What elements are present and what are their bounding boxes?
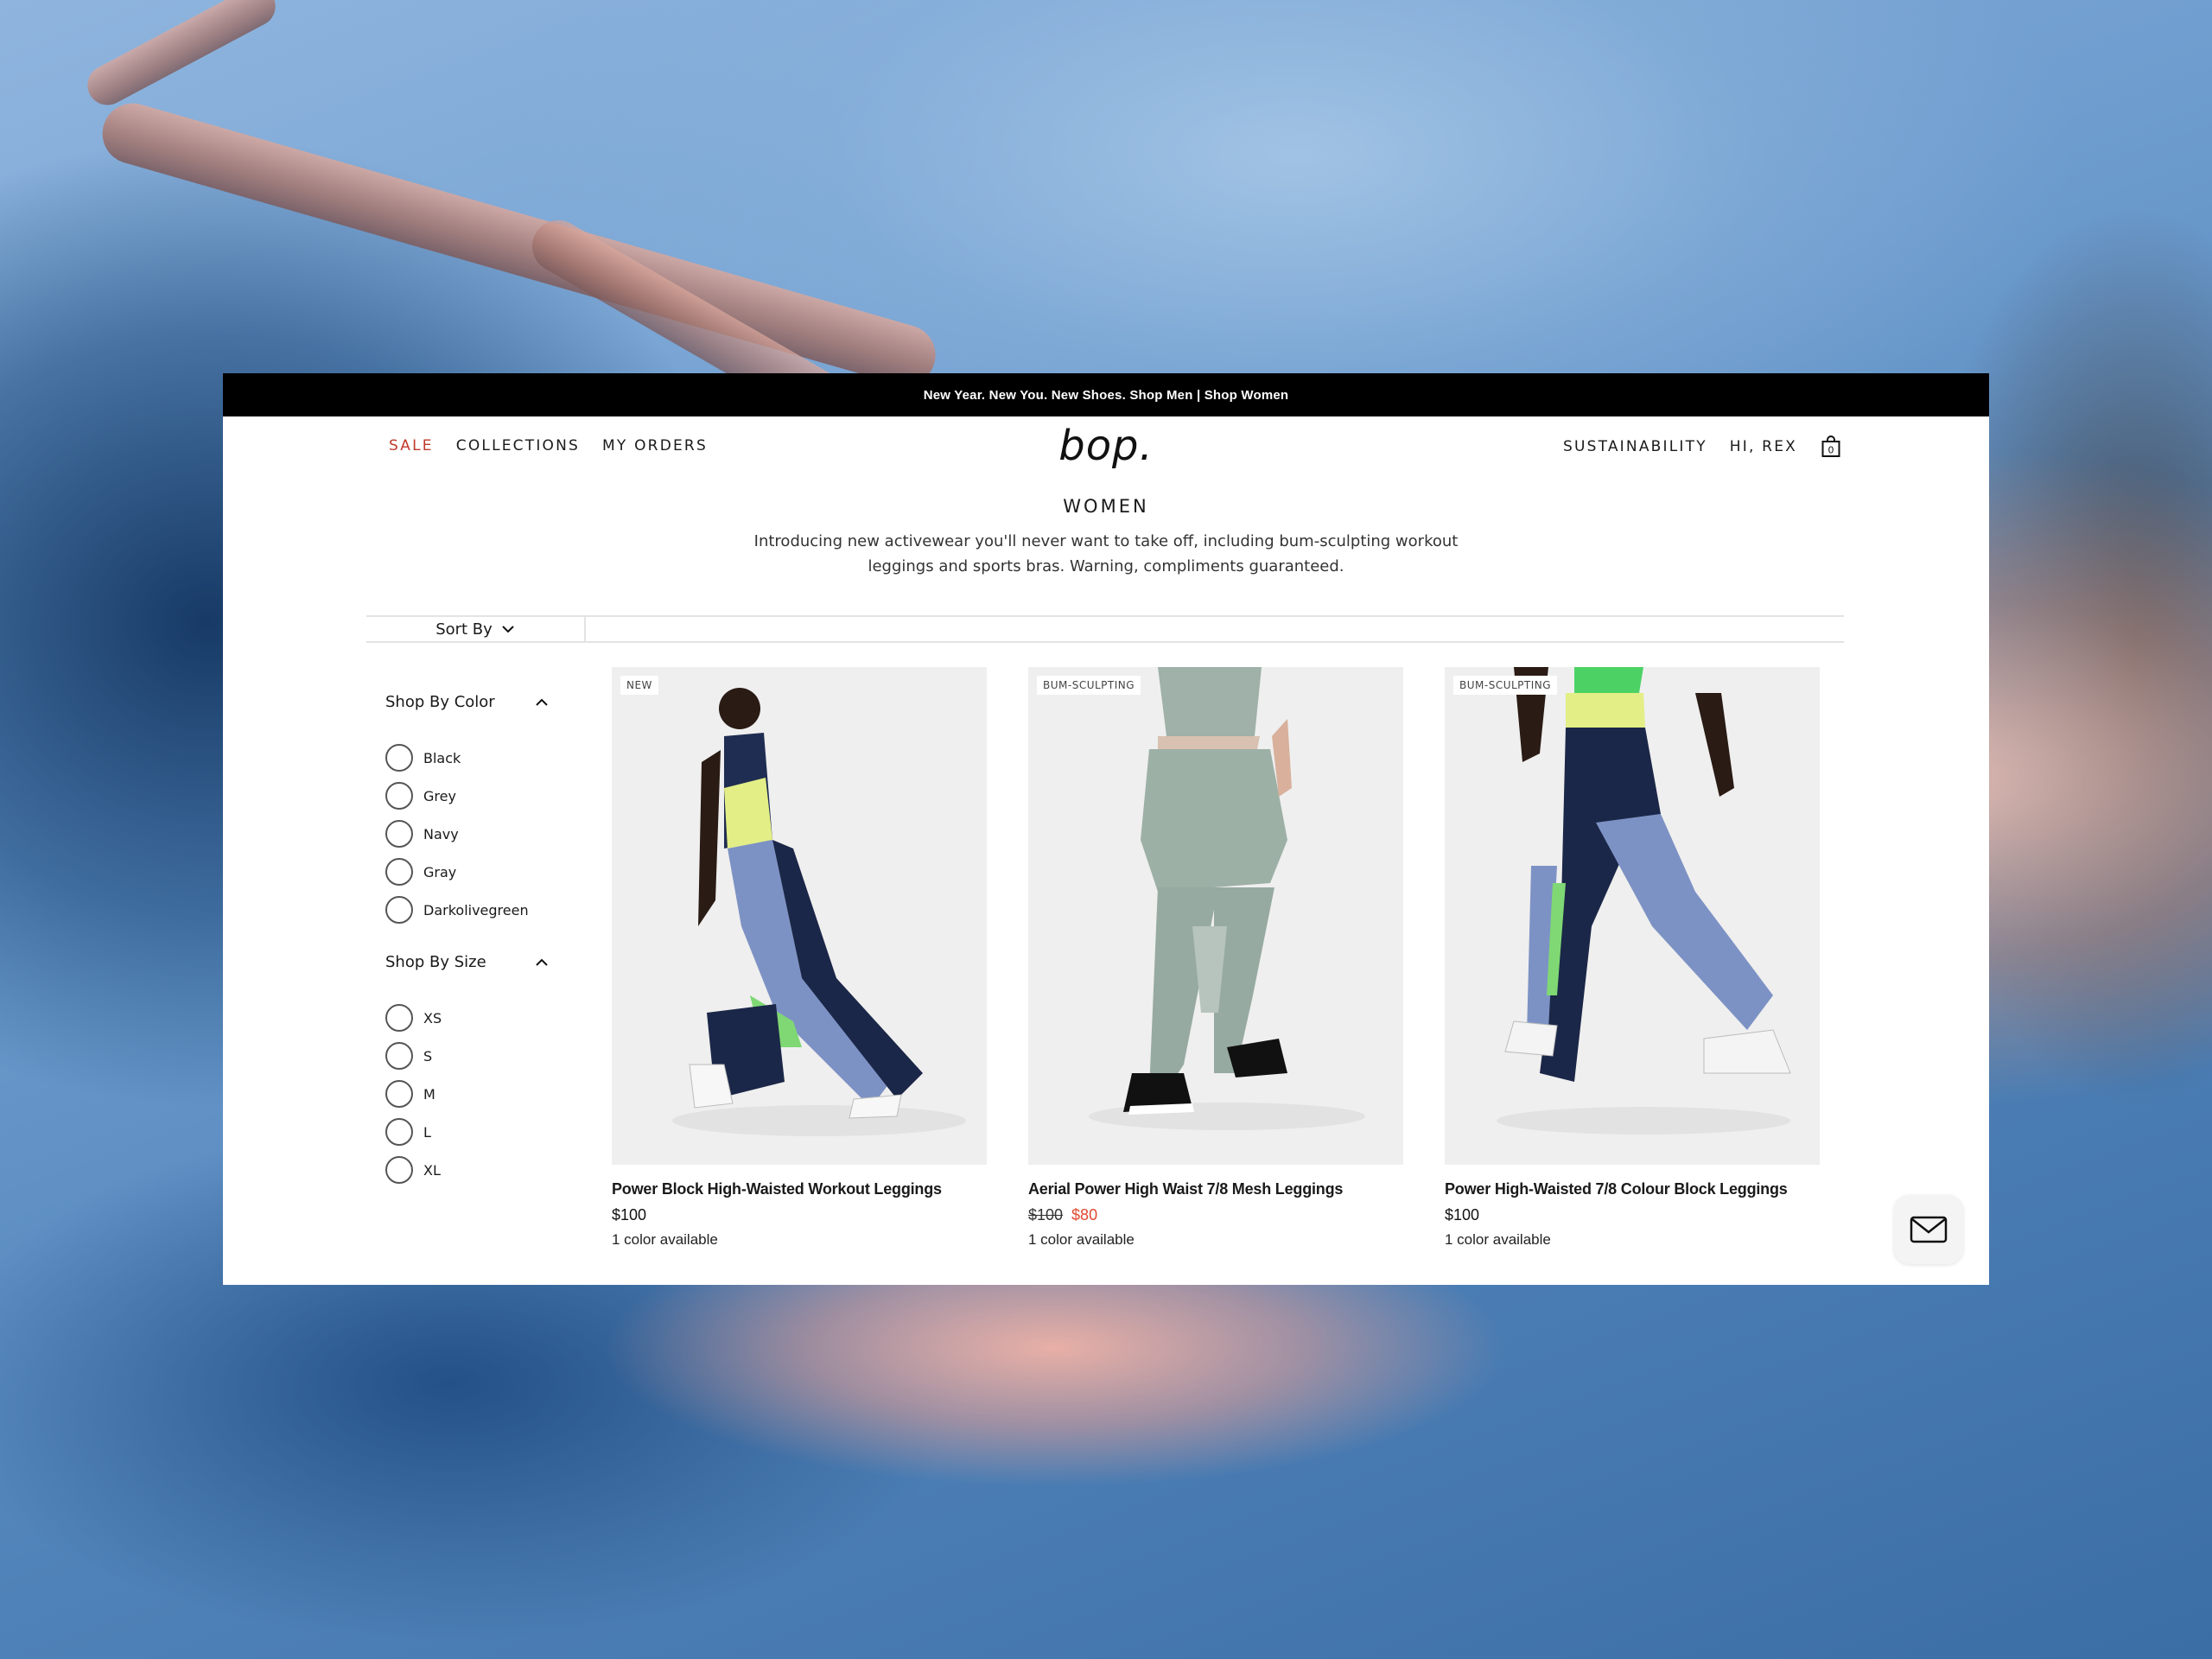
product-badge: NEW [620, 676, 658, 695]
top-nav: SALE COLLECTIONS MY ORDERS bop. SUSTAINA… [223, 416, 1989, 479]
sort-bar: Sort By [366, 615, 1844, 643]
product-title[interactable]: Power Block High-Waisted Workout Legging… [612, 1180, 987, 1198]
option-label: XS [423, 1009, 442, 1027]
product-colors: 1 color available [612, 1231, 718, 1248]
sort-by-button[interactable]: Sort By [366, 617, 586, 641]
radio-button[interactable] [385, 820, 413, 848]
original-price: $100 [1028, 1206, 1064, 1224]
sort-by-label: Sort By [435, 620, 493, 639]
filter-option-grey[interactable]: Grey [385, 777, 558, 815]
product-image[interactable]: NEW [612, 667, 987, 1165]
filter-option-s[interactable]: S [385, 1037, 558, 1075]
chevron-up-icon [536, 698, 548, 706]
page-description: Introducing new activewear you'll never … [753, 532, 1459, 575]
product-colors: 1 color available [1028, 1231, 1135, 1248]
current-price: $100 [1445, 1206, 1480, 1224]
filter-group-size: Shop By Size XS S M L XL [385, 953, 558, 1189]
browser-window: New Year. New You. New Shoes. Shop Men |… [223, 373, 1989, 1285]
filter-option-m[interactable]: M [385, 1075, 558, 1113]
product-card[interactable]: BUM-SCULPTING Power High-Waisted 7/8 Col… [1445, 667, 1820, 1249]
product-image[interactable]: BUM-SCULPTING [1445, 667, 1820, 1165]
chevron-down-icon [502, 626, 514, 633]
filter-option-xs[interactable]: XS [385, 999, 558, 1037]
option-label: Navy [423, 825, 459, 842]
option-label: Black [423, 749, 461, 766]
filter-option-darkolivegreen[interactable]: Darkolivegreen [385, 891, 558, 929]
filter-color-title: Shop By Color [385, 693, 495, 711]
chevron-up-icon [536, 958, 548, 966]
radio-button[interactable] [385, 858, 413, 886]
product-card[interactable]: BUM-SCULPTING Aerial Power High Waist 7/… [1028, 667, 1403, 1249]
filter-color-toggle[interactable]: Shop By Color [385, 693, 550, 711]
option-label: M [423, 1085, 435, 1103]
product-grid: NEW Power Block High-Waisted Workout Leg… [612, 667, 1820, 1249]
filter-sidebar: Shop By Color Black Grey Navy Gray Darko… [385, 693, 558, 1213]
radio-button[interactable] [385, 782, 413, 810]
filter-group-color: Shop By Color Black Grey Navy Gray Darko… [385, 693, 558, 929]
page-title: WOMEN [1063, 496, 1149, 517]
promo-text[interactable]: New Year. New You. New Shoes. Shop Men |… [924, 388, 1289, 403]
radio-button[interactable] [385, 896, 413, 924]
product-photo-running-model [1445, 667, 1820, 1165]
radio-button[interactable] [385, 1118, 413, 1146]
product-image[interactable]: BUM-SCULPTING [1028, 667, 1403, 1165]
current-price: $100 [612, 1206, 647, 1224]
filter-option-black[interactable]: Black [385, 739, 558, 777]
collection-intro: WOMEN Introducing new activewear you'll … [223, 496, 1989, 579]
option-label: Darkolivegreen [423, 901, 529, 918]
filter-size-toggle[interactable]: Shop By Size [385, 953, 550, 971]
product-title[interactable]: Aerial Power High Waist 7/8 Mesh Legging… [1028, 1180, 1403, 1198]
product-badge: BUM-SCULPTING [1453, 676, 1558, 695]
product-price: $100 [612, 1206, 987, 1224]
option-label: Gray [423, 863, 457, 880]
sale-price: $80 [1071, 1206, 1098, 1224]
radio-button[interactable] [385, 1080, 413, 1108]
product-title[interactable]: Power High-Waisted 7/8 Colour Block Legg… [1445, 1180, 1820, 1198]
filter-option-gray[interactable]: Gray [385, 853, 558, 891]
option-label: L [423, 1123, 431, 1141]
shopping-bag-icon[interactable]: 0 [1820, 435, 1842, 458]
product-badge: BUM-SCULPTING [1037, 676, 1141, 695]
nav-right: SUSTAINABILITY HI, REX 0 [1563, 435, 1842, 458]
background-hand [80, 0, 283, 112]
product-price: $100 [1445, 1206, 1820, 1224]
filter-option-l[interactable]: L [385, 1113, 558, 1151]
nav-account-link[interactable]: HI, REX [1730, 438, 1797, 455]
mail-icon [1910, 1216, 1948, 1243]
product-photo-rear-view-model [1028, 667, 1403, 1165]
promo-bar[interactable]: New Year. New You. New Shoes. Shop Men |… [223, 373, 1989, 416]
nav-sustainability-link[interactable]: SUSTAINABILITY [1563, 438, 1707, 455]
newsletter-button[interactable] [1894, 1195, 1963, 1264]
option-label: XL [423, 1161, 441, 1179]
radio-button[interactable] [385, 1042, 413, 1070]
cart-count: 0 [1828, 445, 1834, 456]
filter-option-xl[interactable]: XL [385, 1151, 558, 1189]
option-label: S [423, 1047, 433, 1065]
product-price: $100 $80 [1028, 1206, 1403, 1224]
radio-button[interactable] [385, 1004, 413, 1032]
radio-button[interactable] [385, 1156, 413, 1184]
product-photo-kneeling-model [612, 667, 987, 1165]
product-colors: 1 color available [1445, 1231, 1551, 1248]
radio-button[interactable] [385, 744, 413, 772]
background-arm [95, 96, 943, 393]
filter-option-navy[interactable]: Navy [385, 815, 558, 853]
option-label: Grey [423, 787, 456, 804]
product-card[interactable]: NEW Power Block High-Waisted Workout Leg… [612, 667, 987, 1249]
filter-size-title: Shop By Size [385, 953, 486, 971]
